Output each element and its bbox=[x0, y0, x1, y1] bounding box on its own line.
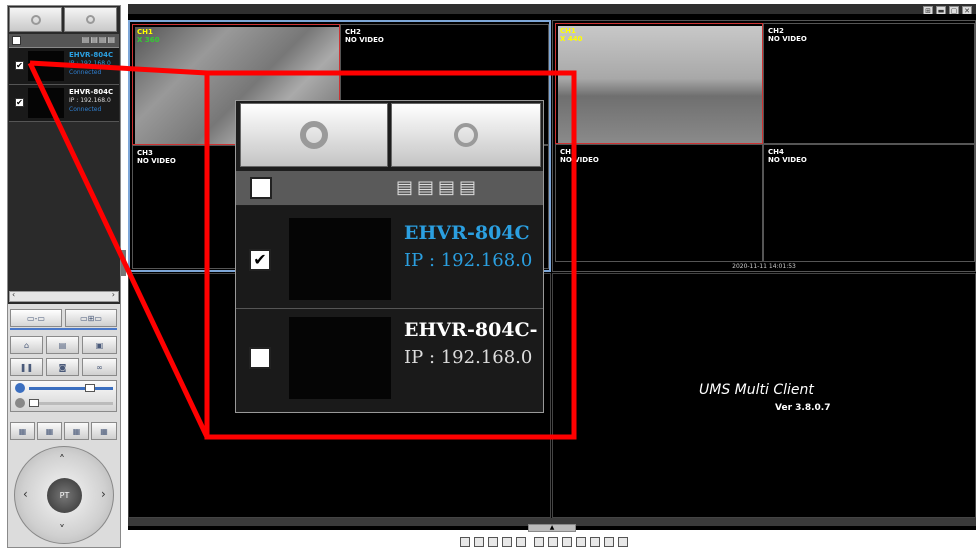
search-button[interactable] bbox=[391, 103, 541, 167]
device-thumbnail bbox=[289, 218, 391, 300]
device-action-icons[interactable]: ▤▤▤▤ bbox=[396, 177, 480, 198]
device-thumbnail bbox=[289, 317, 391, 399]
device-item[interactable]: ✔ EHVR-804C IP : 192.168.0 bbox=[236, 206, 543, 309]
device-item[interactable]: EHVR-804C- IP : 192.168.0 bbox=[236, 309, 543, 411]
device-toolbar: ▤▤▤▤ bbox=[236, 171, 543, 205]
magnified-device-panel: ▤▤▤▤ ✔ EHVR-804C IP : 192.168.0 EHVR-804… bbox=[235, 100, 544, 413]
search-icon bbox=[454, 123, 478, 147]
device-checkbox[interactable]: ✔ bbox=[249, 249, 271, 271]
device-ip: IP : 192.168.0 bbox=[404, 347, 533, 368]
settings-button[interactable] bbox=[240, 103, 388, 167]
device-name: EHVR-804C bbox=[404, 222, 530, 244]
pointer-line-top bbox=[29, 60, 208, 76]
select-all-checkbox[interactable] bbox=[250, 177, 272, 199]
device-checkbox[interactable] bbox=[249, 347, 271, 369]
gear-icon bbox=[300, 121, 328, 149]
device-ip: IP : 192.168.0 bbox=[404, 250, 533, 271]
device-name: EHVR-804C- bbox=[404, 319, 538, 341]
pointer-line-bottom bbox=[27, 61, 210, 439]
